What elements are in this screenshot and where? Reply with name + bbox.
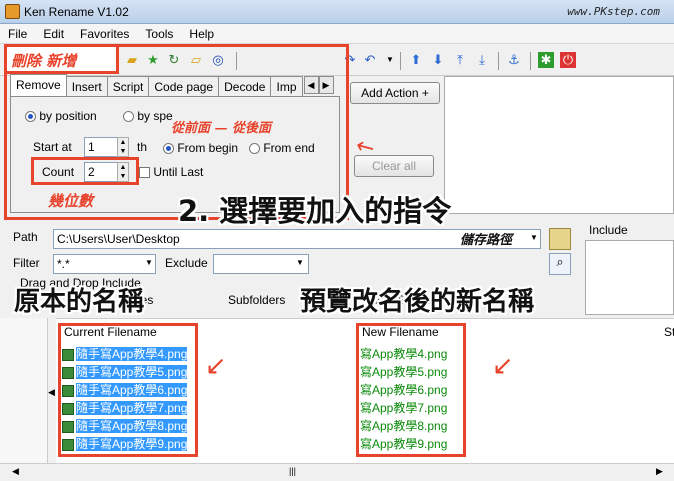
menu-file[interactable]: File	[0, 24, 35, 44]
arrow-up-icon[interactable]: ⬆	[408, 52, 424, 68]
annotation-arrow-icon: ↙	[492, 350, 514, 380]
annotation-original-name: 原本的名稱	[14, 287, 145, 317]
undo-icon[interactable]: ↶	[362, 52, 378, 68]
menu-bar: File Edit Favorites Tools Help	[0, 24, 674, 44]
clear-all-button[interactable]: Clear all	[354, 155, 434, 177]
annotation-front-back: 從前面 — 從後面	[171, 121, 272, 136]
start-at-label: Start at	[33, 140, 72, 154]
from-begin-option[interactable]: From begin	[163, 141, 238, 155]
watermark: www.PKstep.com	[567, 5, 660, 18]
annotation-digits: 幾位數	[48, 192, 94, 210]
include-list[interactable]	[585, 240, 674, 315]
scrollbar-grip-icon[interactable]: |||	[289, 466, 296, 476]
tab-scroll-left-icon[interactable]: ◀	[303, 76, 319, 94]
arrow-down-icon[interactable]: ⬇	[430, 52, 446, 68]
radio-icon	[249, 143, 260, 155]
start-at-input[interactable]: 1	[84, 137, 118, 157]
folder-tree-pane[interactable]	[0, 318, 48, 463]
tab-script[interactable]: Script	[106, 76, 150, 96]
scroll-right-icon[interactable]: ▶	[656, 466, 663, 477]
column-status[interactable]: St	[660, 321, 674, 341]
subfolders-checkbox-label[interactable]: Subfolders	[228, 293, 285, 307]
by-position-option[interactable]: by position	[25, 109, 97, 123]
tab-insert[interactable]: Insert	[65, 76, 108, 96]
browse-folder-icon[interactable]	[549, 228, 571, 250]
menu-favorites[interactable]: Favorites	[72, 24, 137, 44]
window-title: Ken Rename V1.02	[24, 5, 129, 19]
include-label: Include	[589, 223, 628, 237]
arrow-bottom-icon[interactable]: ⤓	[474, 52, 490, 68]
status-bar: ◀ ||| ▶	[0, 463, 674, 481]
start-at-spinner[interactable]: ▲ ▼	[117, 137, 129, 157]
annotation-box-toolbar: 刪除 新增	[4, 44, 119, 74]
checkbox-icon	[139, 167, 150, 179]
by-special-option[interactable]: by spe	[123, 109, 173, 123]
chevron-down-icon[interactable]: ▼	[530, 233, 538, 242]
tab-code-page[interactable]: Code page	[148, 76, 220, 96]
title-bar: Ken Rename V1.02 www.PKstep.com	[0, 0, 674, 24]
filter-input[interactable]: *.*	[53, 254, 156, 274]
action-tabs: Remove Insert Script Code page Decode Im…	[10, 74, 334, 96]
power-icon[interactable]: ⏻	[560, 52, 576, 68]
from-end-option[interactable]: From end	[249, 141, 315, 155]
th-label: th	[137, 140, 148, 154]
annotation-preview-name: 預覽改名後的新名稱	[300, 287, 535, 317]
chevron-down-icon[interactable]: ▼	[296, 258, 304, 267]
annotation-arrow-icon: ↙	[205, 350, 227, 380]
chevron-down-icon[interactable]: ▼	[145, 258, 153, 267]
scroll-left-icon[interactable]: ◀	[12, 466, 19, 477]
radio-icon	[123, 111, 134, 123]
tab-decode[interactable]: Decode	[218, 76, 272, 96]
tools-icon[interactable]: ✱	[538, 52, 554, 68]
menu-tools[interactable]: Tools	[137, 24, 181, 44]
annotation-save-path: 儲存路徑	[460, 233, 513, 248]
app-icon	[5, 4, 20, 19]
chevron-down-icon[interactable]: ▼	[382, 52, 398, 68]
arrow-top-icon[interactable]: ⤒	[452, 52, 468, 68]
anchor-icon[interactable]: ⚓	[506, 52, 522, 68]
menu-edit[interactable]: Edit	[35, 24, 72, 44]
menu-help[interactable]: Help	[181, 24, 222, 44]
annotation-box-count	[31, 157, 139, 185]
exclude-input[interactable]	[213, 254, 309, 274]
splitter-arrow-icon[interactable]: ◀	[48, 387, 55, 398]
add-action-button[interactable]: Add Action +	[350, 82, 440, 104]
annotation-delete-add: 刪除 新增	[11, 52, 77, 70]
until-last-option[interactable]: Until Last	[139, 165, 203, 179]
annotation-box-new	[356, 323, 466, 457]
tab-remove[interactable]: Remove	[10, 74, 67, 96]
radio-icon	[25, 111, 36, 123]
annotation-choose-command: 2. 選擇要加入的指令	[178, 194, 452, 228]
tab-import[interactable]: Imp	[270, 76, 303, 96]
exclude-label: Exclude	[165, 256, 208, 270]
tab-scroll-right-icon[interactable]: ▶	[318, 76, 334, 94]
radio-icon	[163, 143, 174, 155]
actions-list[interactable]	[444, 76, 674, 214]
path-label: Path	[13, 230, 38, 244]
annotation-box-current	[58, 323, 198, 457]
filter-label: Filter	[13, 256, 40, 270]
search-icon[interactable]: ⌕	[549, 253, 571, 275]
